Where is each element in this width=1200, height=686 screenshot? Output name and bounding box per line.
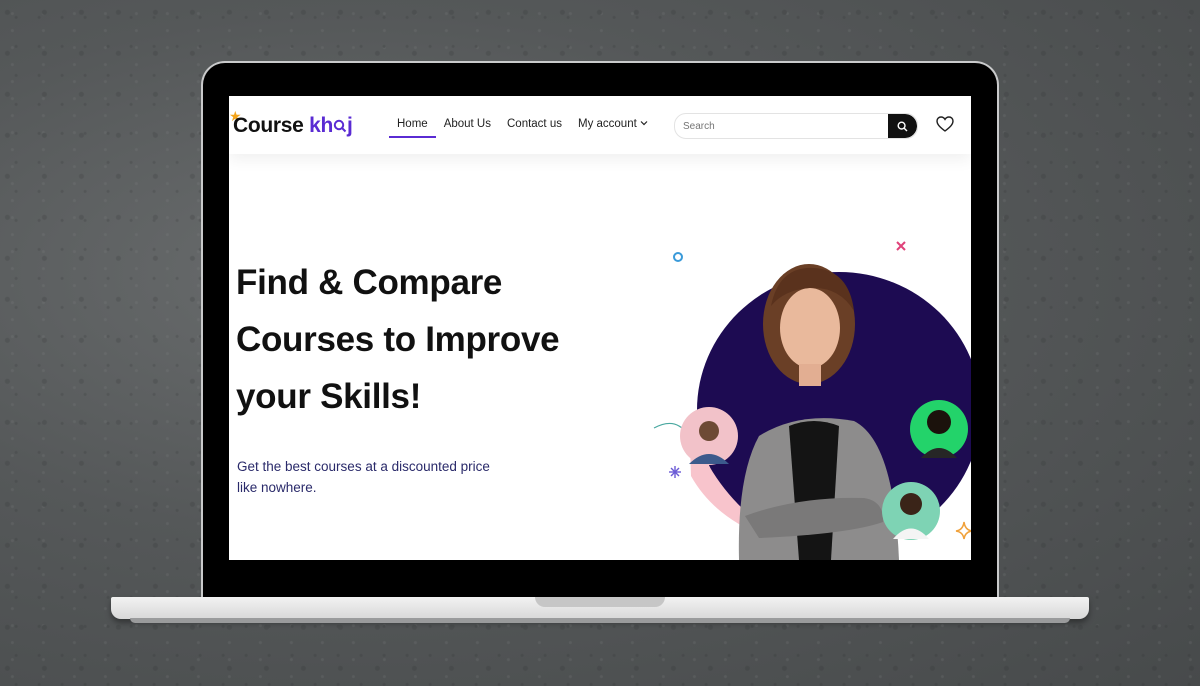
laptop-notch (535, 597, 665, 607)
close-x-decoration (896, 241, 906, 251)
search-bar (674, 113, 918, 139)
laptop-foot (130, 618, 1070, 623)
chevron-down-icon (640, 121, 648, 126)
hero-subtitle-line: Get the best courses at a discounted pri… (237, 459, 490, 474)
nav-contact-us[interactable]: Contact us (499, 118, 570, 130)
sparkle-decoration (669, 466, 681, 478)
hero-illustration (653, 241, 971, 560)
heart-icon (936, 116, 954, 132)
search-icon (897, 120, 908, 131)
site-header: ★ Course kh j Home About Us Contact us My… (229, 96, 971, 154)
main-nav: Home About Us Contact us My account (389, 118, 656, 138)
nav-my-account[interactable]: My account (570, 118, 656, 130)
nav-home[interactable]: Home (389, 118, 436, 138)
wishlist-button[interactable] (936, 116, 954, 137)
hero-title-line: your Skills! (236, 377, 422, 416)
website-screen: ★ Course kh j Home About Us Contact us My… (229, 96, 971, 560)
nav-my-account-label: My account (577, 118, 637, 130)
hero-subtitle: Get the best courses at a discounted pri… (237, 456, 537, 498)
hero-subtitle-line: like nowhere. (237, 480, 317, 495)
ring-decoration (673, 252, 683, 262)
hero-title: Find & Compare Courses to Improve your S… (236, 254, 636, 425)
site-logo[interactable]: Course kh j (233, 114, 353, 138)
nav-about-us[interactable]: About Us (436, 118, 499, 130)
logo-text-khoj: kh j (309, 114, 353, 137)
search-button[interactable] (888, 114, 917, 138)
hero-title-line: Courses to Improve (236, 320, 560, 359)
logo-text-course: Course (233, 114, 304, 137)
magnifier-logo-icon (333, 119, 347, 133)
star4-decoration (955, 521, 971, 540)
hero-title-line: Find & Compare (236, 263, 503, 302)
search-input[interactable] (675, 119, 888, 133)
